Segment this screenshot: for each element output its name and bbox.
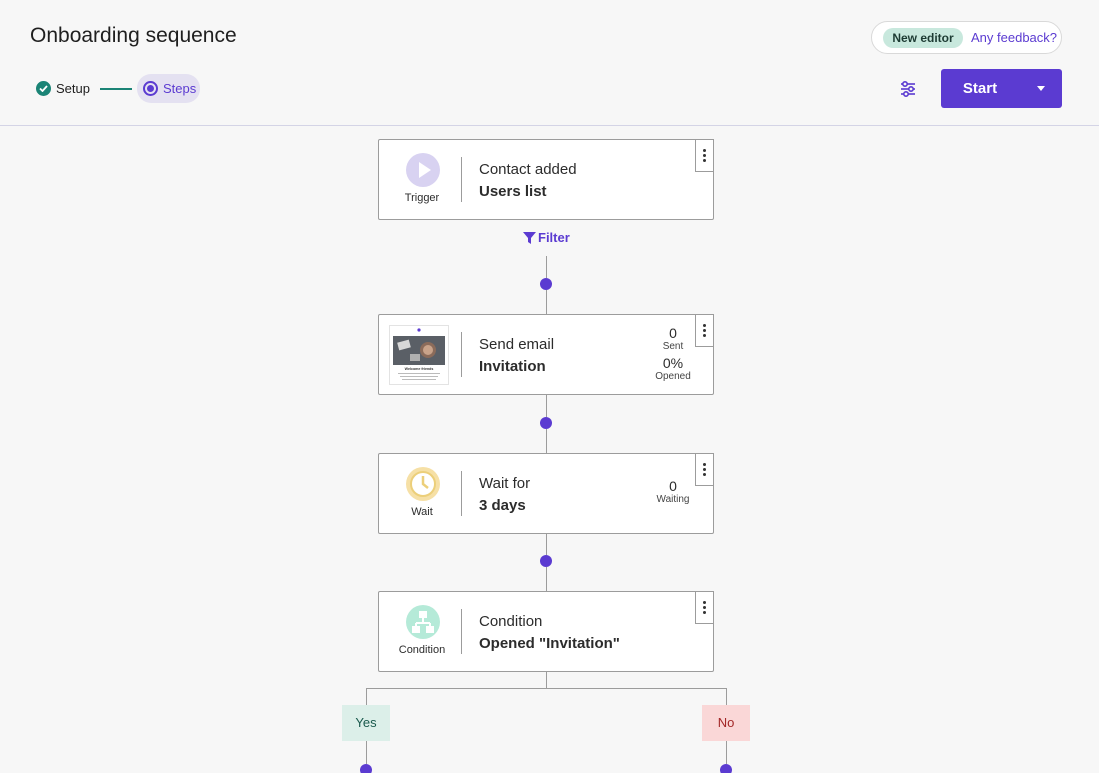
clock-icon xyxy=(406,467,440,501)
email-thumbnail: Welcome friends xyxy=(389,325,449,385)
add-step-dot-no[interactable] xyxy=(720,764,732,773)
radio-selected-icon xyxy=(143,81,158,96)
filter-label: Filter xyxy=(538,230,570,245)
stepper-connector xyxy=(100,88,132,90)
start-button-label: Start xyxy=(962,80,998,97)
waiting-label: Waiting xyxy=(656,494,690,505)
connector-line xyxy=(366,688,367,705)
new-editor-badge: New editor xyxy=(883,28,963,48)
waiting-stat: 0 Waiting xyxy=(643,479,703,506)
card-divider xyxy=(461,471,462,516)
trigger-card[interactable]: Trigger Contact added Users list xyxy=(378,139,714,220)
condition-card[interactable]: Condition Condition Opened "Invitation" xyxy=(378,591,714,672)
settings-sliders-button[interactable] xyxy=(896,77,920,101)
trigger-title: Contact added xyxy=(479,161,577,178)
opened-label: Opened xyxy=(655,371,691,382)
branch-no-label: No xyxy=(702,705,750,741)
trigger-icon-column: Trigger xyxy=(379,140,461,219)
connector-line xyxy=(366,741,367,764)
connector-line xyxy=(546,429,547,453)
add-step-dot-yes[interactable] xyxy=(360,764,372,773)
condition-title: Condition xyxy=(479,613,543,630)
sent-value: 0 xyxy=(669,325,677,341)
flow-canvas: Trigger Contact added Users list Filter … xyxy=(0,127,1099,773)
card-divider xyxy=(461,157,462,202)
wait-type-label: Wait xyxy=(411,506,433,518)
check-icon xyxy=(36,81,51,96)
funnel-icon xyxy=(523,232,536,244)
trigger-menu-button[interactable] xyxy=(695,139,714,172)
add-step-dot[interactable] xyxy=(540,417,552,429)
email-sent-stat: 0 Sent xyxy=(643,326,703,353)
add-step-dot[interactable] xyxy=(540,278,552,290)
email-opened-stat: 0% Opened xyxy=(643,356,703,383)
email-title: Send email xyxy=(479,336,555,353)
connector-line xyxy=(726,688,727,705)
start-button[interactable]: Start xyxy=(941,69,1062,108)
connector-line xyxy=(546,672,547,688)
email-preview-image: Welcome friends xyxy=(393,328,445,380)
play-icon xyxy=(406,153,440,187)
feedback-link[interactable]: Any feedback? xyxy=(971,30,1057,45)
wait-menu-button[interactable] xyxy=(695,453,714,486)
trigger-type-label: Trigger xyxy=(404,192,440,204)
condition-icon-column: Condition xyxy=(379,592,461,671)
email-menu-button[interactable] xyxy=(695,314,714,347)
wait-icon-column: Wait xyxy=(379,454,461,533)
connector-line xyxy=(546,395,547,417)
page-title: Onboarding sequence xyxy=(30,24,237,47)
connector-line xyxy=(546,567,547,591)
wait-subtitle: 3 days xyxy=(479,497,526,514)
connector-line xyxy=(546,256,547,278)
wait-title: Wait for xyxy=(479,475,531,492)
connector-line xyxy=(546,534,547,555)
thumbnail-heading: Welcome friends xyxy=(405,367,434,371)
trigger-subtitle: Users list xyxy=(479,183,547,200)
condition-type-label: Condition xyxy=(398,644,446,656)
condition-menu-button[interactable] xyxy=(695,591,714,624)
step-steps[interactable]: Steps xyxy=(137,74,200,103)
branch-yes-label: Yes xyxy=(342,705,390,741)
editor-header: Onboarding sequence New editor Any feedb… xyxy=(0,0,1099,126)
send-email-card[interactable]: Welcome friends Send email Invitation 0 … xyxy=(378,314,714,395)
wait-card[interactable]: Wait Wait for 3 days 0 Waiting xyxy=(378,453,714,534)
stepper: Setup Steps xyxy=(30,74,210,103)
card-divider xyxy=(461,609,462,654)
sliders-icon xyxy=(901,81,915,98)
opened-value: 0% xyxy=(662,355,684,371)
feedback-pill: New editor Any feedback? xyxy=(871,21,1062,54)
connector-line xyxy=(546,290,547,314)
add-step-dot[interactable] xyxy=(540,555,552,567)
branch-icon xyxy=(406,605,440,639)
card-divider xyxy=(461,332,462,377)
branch-connector xyxy=(366,688,727,689)
start-dropdown-caret[interactable] xyxy=(1033,69,1062,108)
waiting-value: 0 xyxy=(669,478,677,494)
condition-subtitle: Opened "Invitation" xyxy=(479,635,620,652)
step-steps-label: Steps xyxy=(163,81,197,96)
email-subtitle: Invitation xyxy=(479,358,546,375)
step-setup-label: Setup xyxy=(56,81,90,96)
connector-line xyxy=(726,741,727,764)
sent-label: Sent xyxy=(662,341,684,352)
